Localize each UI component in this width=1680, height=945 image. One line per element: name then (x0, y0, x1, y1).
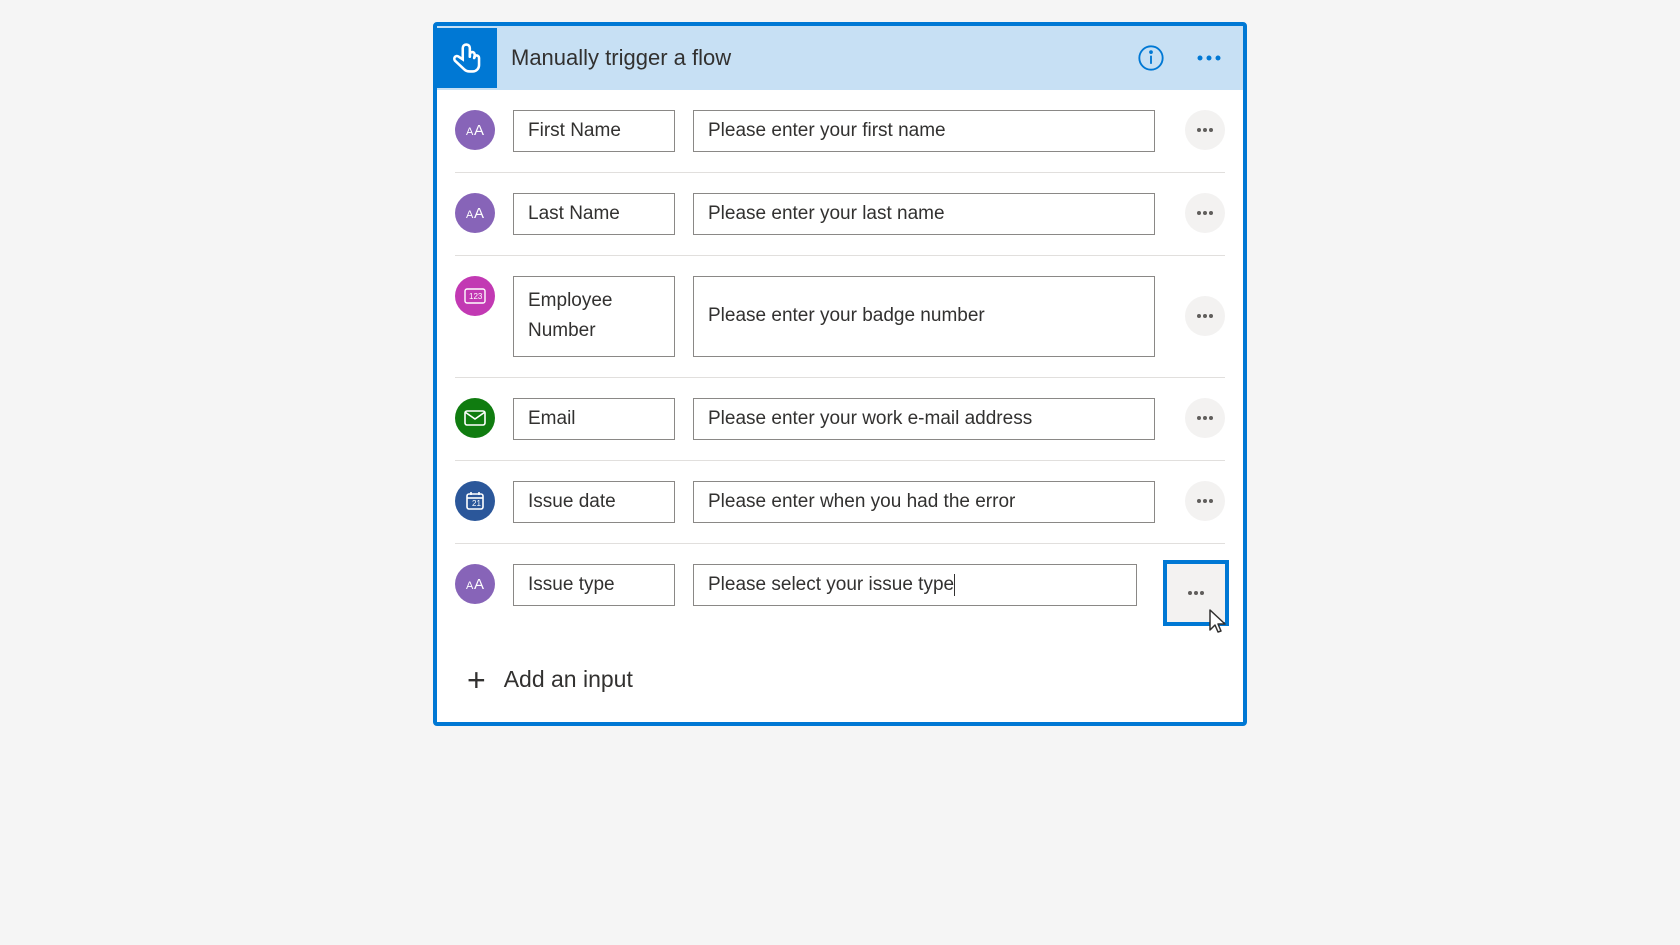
input-menu-button[interactable] (1185, 296, 1225, 336)
ellipsis-icon (1196, 127, 1214, 133)
header-actions (1131, 38, 1229, 78)
ellipsis-icon (1196, 498, 1214, 504)
text-type-icon: AA (455, 110, 495, 150)
highlighted-menu-wrap (1155, 564, 1225, 622)
input-menu-button[interactable] (1185, 193, 1225, 233)
plus-icon: + (467, 664, 486, 696)
input-description-field[interactable]: Please enter your badge number (693, 276, 1155, 357)
input-name-field[interactable]: Last Name (513, 193, 675, 235)
svg-text:A: A (466, 126, 474, 138)
card-header: Manually trigger a flow (437, 26, 1243, 90)
svg-text:A: A (474, 122, 484, 139)
input-menu-button[interactable] (1167, 564, 1225, 622)
input-description-field[interactable]: Please enter your last name (693, 193, 1155, 235)
input-name-field[interactable]: First Name (513, 110, 675, 152)
ellipsis-icon (1196, 415, 1214, 421)
input-description-field[interactable]: Please select your issue type (693, 564, 1137, 606)
input-name-field[interactable]: Employee Number (513, 276, 675, 357)
input-row: AA Last Name Please enter your last name (455, 173, 1225, 256)
input-description-field[interactable]: Please enter your first name (693, 110, 1155, 152)
svg-text:A: A (466, 209, 474, 221)
number-type-icon: 123 (455, 276, 495, 316)
input-row: 21 Issue date Please enter when you had … (455, 461, 1225, 544)
svg-text:21: 21 (472, 499, 481, 508)
add-input-label: Add an input (504, 666, 633, 693)
email-type-icon (455, 398, 495, 438)
input-name-field[interactable]: Email (513, 398, 675, 440)
card-body: AA First Name Please enter your first na… (437, 90, 1243, 722)
card-menu-button[interactable] (1189, 48, 1229, 68)
text-type-icon: AA (455, 564, 495, 604)
ellipsis-icon (1195, 54, 1223, 62)
input-description-field[interactable]: Please enter your work e-mail address (693, 398, 1155, 440)
trigger-icon (437, 28, 497, 88)
input-row: 123 Employee Number Please enter your ba… (455, 256, 1225, 378)
input-menu-button[interactable] (1185, 398, 1225, 438)
add-input-button[interactable]: + Add an input (455, 642, 1225, 722)
input-name-field[interactable]: Issue date (513, 481, 675, 523)
text-type-icon: AA (455, 193, 495, 233)
svg-text:123: 123 (469, 292, 483, 301)
info-button[interactable] (1131, 38, 1171, 78)
date-type-icon: 21 (455, 481, 495, 521)
info-icon (1137, 44, 1165, 72)
trigger-card: Manually trigger a flow AA (433, 22, 1247, 726)
input-menu-button[interactable] (1185, 481, 1225, 521)
input-description-field[interactable]: Please enter when you had the error (693, 481, 1155, 523)
card-title: Manually trigger a flow (511, 45, 1131, 71)
svg-text:A: A (474, 205, 484, 222)
input-name-field[interactable]: Issue type (513, 564, 675, 606)
ellipsis-icon (1196, 313, 1214, 319)
input-row: Email Please enter your work e-mail addr… (455, 378, 1225, 461)
svg-text:A: A (474, 576, 484, 593)
ellipsis-icon (1187, 590, 1205, 596)
svg-text:A: A (466, 580, 474, 592)
text-cursor (954, 574, 955, 596)
input-row: AA First Name Please enter your first na… (455, 90, 1225, 173)
input-row: AA Issue type Please select your issue t… (455, 544, 1225, 642)
ellipsis-icon (1196, 210, 1214, 216)
input-menu-button[interactable] (1185, 110, 1225, 150)
